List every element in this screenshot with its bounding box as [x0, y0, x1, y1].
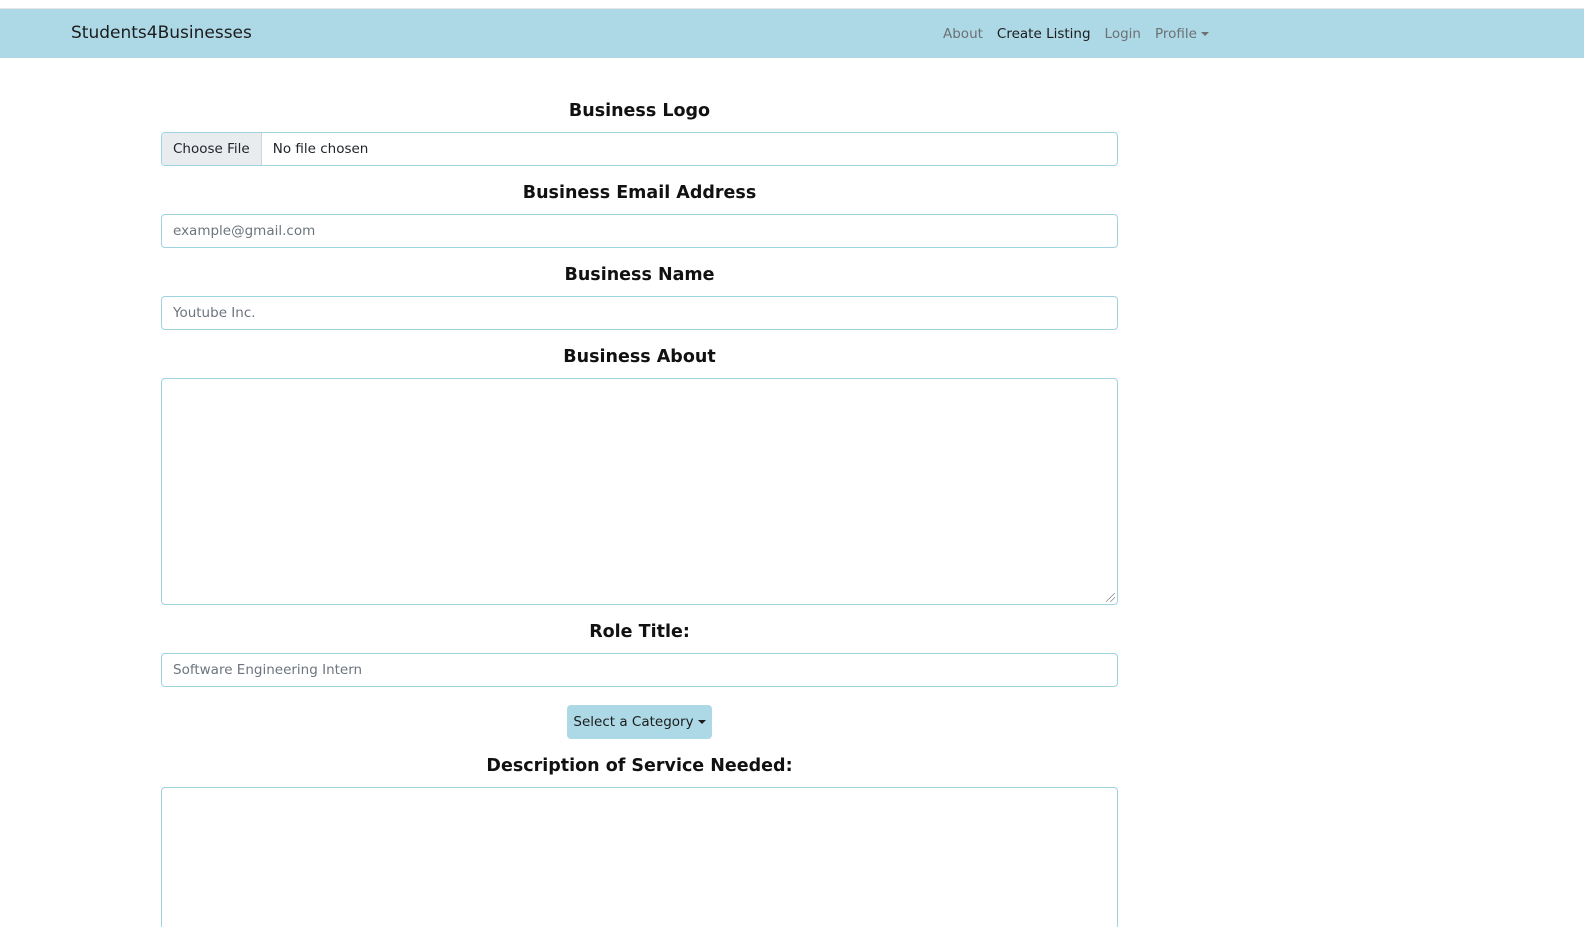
description-textarea[interactable] [161, 787, 1118, 927]
select-category-label: Select a Category [573, 714, 694, 730]
business-name-input[interactable] [161, 296, 1118, 330]
business-about-textarea[interactable] [161, 378, 1118, 605]
chevron-down-icon [1200, 32, 1209, 36]
business-about-label: Business About [563, 347, 716, 367]
role-title-label: Role Title: [589, 622, 690, 642]
choose-file-button[interactable]: Choose File [162, 133, 262, 165]
nav-link-about[interactable]: About [943, 24, 983, 44]
role-title-input[interactable] [161, 653, 1118, 687]
nav-profile-dropdown[interactable]: Profile [1155, 24, 1209, 44]
business-logo-file-input[interactable]: Choose File No file chosen [161, 132, 1118, 166]
file-status-text: No file chosen [272, 141, 369, 157]
resize-grip-icon[interactable] [1106, 593, 1115, 602]
business-email-label: Business Email Address [522, 183, 757, 203]
brand-logo-link[interactable]: Students4Businesses [71, 22, 252, 44]
nav-profile-label: Profile [1154, 26, 1197, 42]
description-label: Description of Service Needed: [486, 756, 793, 776]
business-name-label: Business Name [564, 265, 715, 285]
select-category-button[interactable]: Select a Category [567, 705, 712, 739]
nav-links: About Create Listing Login Profile [943, 24, 1223, 44]
nav-link-login[interactable]: Login [1105, 24, 1141, 44]
business-logo-label: Business Logo [568, 101, 711, 121]
chevron-down-icon [697, 720, 706, 724]
business-email-input[interactable] [161, 214, 1118, 248]
navbar: Students4Businesses About Create Listing… [0, 9, 1584, 58]
browser-top-strip [0, 0, 1584, 9]
nav-link-create-listing[interactable]: Create Listing [997, 24, 1091, 44]
